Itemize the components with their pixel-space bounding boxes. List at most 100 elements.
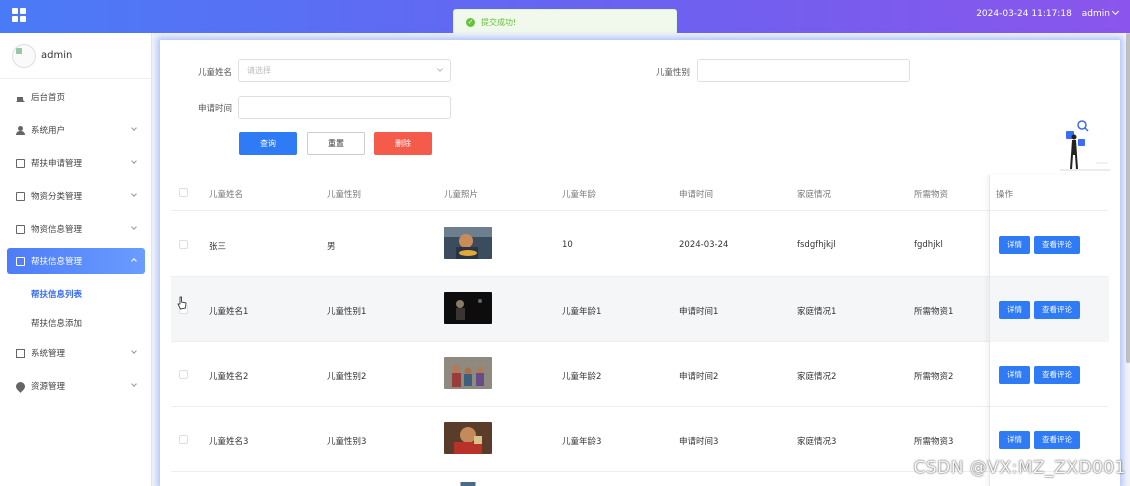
child-photo[interactable]	[444, 422, 492, 454]
chevron-down-icon	[437, 66, 443, 72]
submenu-item-aid-list[interactable]: 帮扶信息列表	[31, 288, 82, 300]
check-circle-icon: ✓	[466, 17, 475, 27]
document-icon	[16, 224, 25, 234]
watermark: CSDN @VX:MZ_ZXD001	[913, 458, 1126, 478]
main-content: 儿童姓名 请选择 儿童性别 申请时间 查询 重置 删除 儿童姓名 儿童性别 儿童…	[152, 33, 1130, 486]
cell-name: 儿童姓名2	[209, 372, 249, 382]
view-comments-button[interactable]: 查看评论	[1034, 301, 1080, 319]
chevron-up-icon	[131, 258, 137, 264]
home-icon	[16, 93, 25, 102]
apps-grid-icon[interactable]	[12, 8, 26, 22]
view-comments-button[interactable]: 查看评论	[1034, 431, 1080, 449]
child-name-placeholder: 请选择	[247, 66, 271, 75]
sidebar-item-label: 系统用户	[31, 126, 66, 136]
cell-family: fsdgfhjkjl	[797, 240, 836, 250]
detail-button[interactable]: 详情	[999, 366, 1030, 384]
delete-button[interactable]: 删除	[374, 132, 432, 155]
child-gender-input[interactable]	[697, 59, 910, 82]
sidebar-item-resource-management[interactable]: 资源管理	[7, 373, 145, 399]
row-checkbox[interactable]	[179, 240, 188, 249]
child-photo[interactable]	[444, 482, 492, 486]
child-photo[interactable]	[444, 357, 492, 389]
header-user-name: admin	[1081, 9, 1110, 19]
sidebar-item-label: 物资分类管理	[31, 192, 83, 202]
chevron-down-icon	[131, 125, 137, 131]
sidebar-item-label: 资源管理	[31, 382, 66, 392]
header-user-menu[interactable]: admin	[1081, 7, 1120, 19]
search-person-illustration	[1060, 120, 1110, 171]
cell-name: 儿童姓名1	[209, 307, 249, 317]
column-header: 儿童姓名	[209, 190, 244, 200]
select-all-checkbox[interactable]	[179, 188, 188, 197]
chevron-down-icon	[131, 348, 137, 354]
cell-age: 儿童年龄3	[562, 437, 602, 447]
cell-age: 儿童年龄2	[562, 372, 602, 382]
child-gender-label: 儿童性别	[656, 68, 691, 78]
view-comments-button[interactable]: 查看评论	[1034, 366, 1080, 384]
header-datetime: 2024-03-24 11:17:18	[976, 9, 1072, 19]
sidebar-item-aid-application[interactable]: 帮扶申请管理	[7, 150, 145, 176]
child-name-label: 儿童姓名	[198, 68, 233, 78]
sidebar-item-material-info[interactable]: 物资信息管理	[7, 216, 145, 242]
sidebar-item-material-category[interactable]: 物资分类管理	[7, 183, 145, 209]
child-photo[interactable]	[444, 227, 492, 259]
sidebar: admin 后台首页 系统用户 帮扶申请管理 物资分类管理 物资信息管理 帮扶信…	[0, 33, 152, 486]
table-header: 儿童姓名 儿童性别 儿童照片 儿童年龄 申请时间 家庭情况 所需物资 操作	[171, 175, 1108, 211]
column-header: 儿童性别	[327, 190, 362, 200]
apply-time-input[interactable]	[238, 96, 451, 119]
hand-cursor-icon	[177, 296, 187, 310]
cell-apply-time: 申请时间3	[679, 437, 719, 447]
chevron-down-icon	[131, 158, 137, 164]
sidebar-item-home[interactable]: 后台首页	[7, 84, 145, 110]
row-checkbox[interactable]	[179, 370, 188, 379]
sidebar-item-label: 物资信息管理	[31, 225, 83, 235]
document-icon	[16, 158, 25, 168]
sidebar-item-system-users[interactable]: 系统用户	[7, 117, 145, 143]
cell-family: 家庭情况1	[797, 307, 837, 317]
sidebar-user-name: admin	[41, 50, 73, 61]
column-header: 儿童年龄	[562, 190, 597, 200]
cell-family: 家庭情况2	[797, 372, 837, 382]
avatar	[12, 43, 36, 68]
child-name-select[interactable]: 请选择	[238, 59, 451, 82]
document-icon	[16, 256, 25, 266]
sidebar-item-label: 后台首页	[31, 93, 66, 103]
row-checkbox[interactable]	[179, 435, 188, 444]
column-header: 所需物资	[914, 190, 949, 200]
table-row: 儿童姓名1 儿童性别1 儿童年龄1 申请时间1 家庭情况1 所需物资1	[171, 277, 1108, 342]
detail-button[interactable]: 详情	[999, 301, 1030, 319]
row-actions: 详情 查看评论	[990, 277, 1109, 342]
column-header: 家庭情况	[797, 190, 832, 200]
sidebar-item-system-management[interactable]: 系统管理	[7, 340, 145, 366]
cell-apply-time: 申请时间2	[679, 372, 719, 382]
detail-button[interactable]: 详情	[999, 236, 1030, 254]
cell-age: 儿童年龄1	[562, 307, 602, 317]
table-row: 张三 男 10 2024-03-24 fsdgfhjkjl fgdhjkl	[171, 212, 1108, 277]
cell-name: 儿童姓名3	[209, 437, 249, 447]
content-panel: 儿童姓名 请选择 儿童性别 申请时间 查询 重置 删除 儿童姓名 儿童性别 儿童…	[160, 40, 1120, 486]
sidebar-user: admin	[0, 33, 151, 79]
operations-column: 详情 查看评论 详情 查看评论 详情 查看评论 详情 查看评论	[989, 175, 1109, 486]
document-icon	[16, 191, 25, 201]
reset-button[interactable]: 重置	[307, 132, 365, 155]
child-photo[interactable]	[444, 292, 492, 324]
sidebar-item-aid-info[interactable]: 帮扶信息管理	[7, 248, 145, 274]
detail-button[interactable]: 详情	[999, 431, 1030, 449]
view-comments-button[interactable]: 查看评论	[1034, 236, 1080, 254]
chevron-down-icon	[1111, 7, 1120, 16]
toast-message: 提交成功!	[481, 17, 517, 27]
cell-supplies: 所需物资2	[914, 372, 954, 382]
location-pin-icon	[14, 379, 27, 393]
row-actions: 详情 查看评论	[990, 342, 1109, 407]
column-header: 申请时间	[679, 190, 714, 200]
cell-name: 张三	[209, 242, 227, 252]
chevron-down-icon	[131, 191, 137, 197]
cell-family: 家庭情况3	[797, 437, 837, 447]
table-row: 儿童姓名2 儿童性别2 儿童年龄2 申请时间2 家庭情况2 所需物资2	[171, 342, 1108, 407]
apply-time-label: 申请时间	[198, 104, 233, 114]
cell-gender: 儿童性别3	[327, 437, 367, 447]
cell-supplies: 所需物资1	[914, 307, 954, 317]
query-button[interactable]: 查询	[239, 132, 297, 155]
vertical-scrollbar[interactable]	[1126, 33, 1130, 363]
submenu-item-aid-add[interactable]: 帮扶信息添加	[31, 317, 82, 329]
